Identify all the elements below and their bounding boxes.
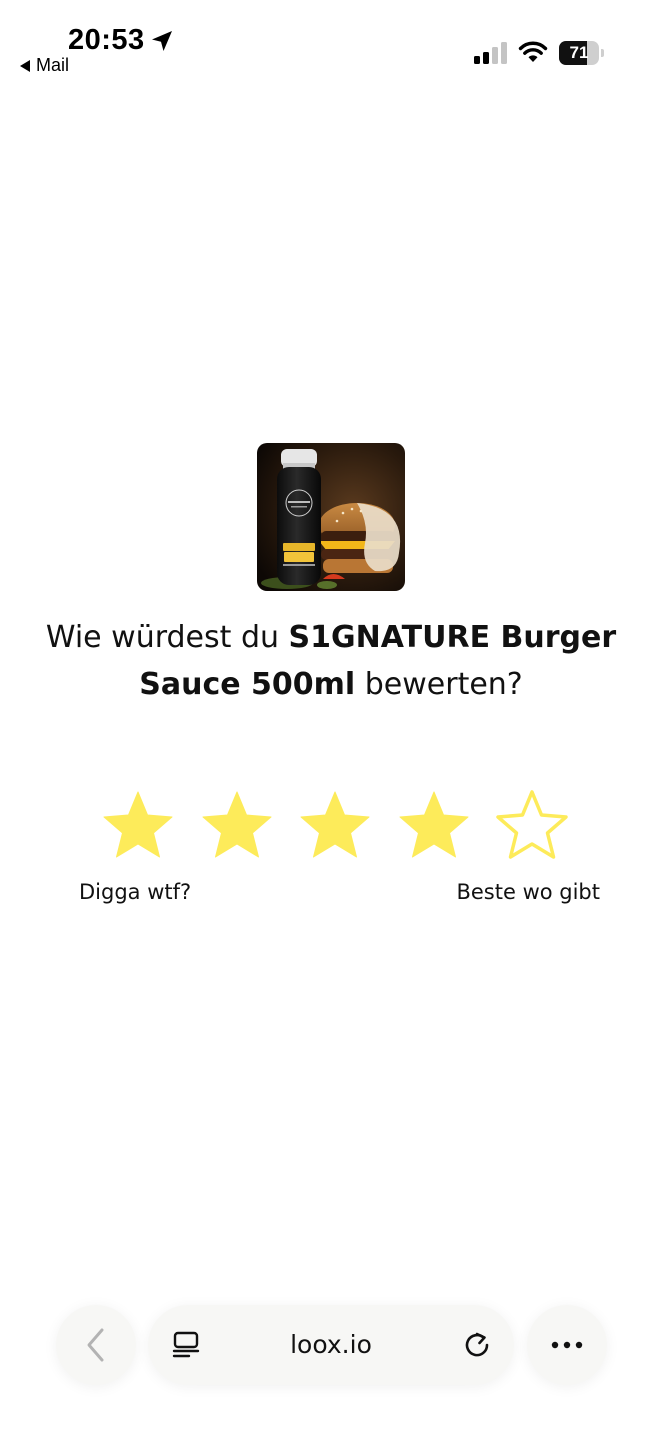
battery-level: 71 (569, 43, 589, 62)
back-chevron-icon (87, 1328, 104, 1362)
battery-icon: 71 (559, 41, 605, 65)
question-suffix: bewerten? (355, 667, 523, 702)
star-filled-icon[interactable] (396, 788, 472, 864)
location-arrow-icon (152, 31, 172, 51)
star-empty-icon[interactable] (494, 788, 570, 864)
back-to-mail-button[interactable]: Mail (20, 55, 69, 76)
rating-label-low: Digga wtf? (79, 880, 192, 904)
rating-question: Wie würdest du S1GNATURE Burger Sauce 50… (20, 614, 642, 708)
address-bar[interactable]: loox.io (148, 1305, 514, 1385)
wifi-icon (518, 41, 548, 62)
rating-label-high: Beste wo gibt (456, 880, 600, 904)
question-prefix: Wie würdest du (45, 620, 289, 655)
back-triangle-icon (20, 59, 30, 72)
reader-mode-icon[interactable] (172, 1331, 200, 1359)
more-options-button[interactable] (527, 1305, 607, 1385)
url-text: loox.io (290, 1330, 372, 1359)
star-filled-icon[interactable] (100, 788, 176, 864)
status-time: 20:53 (68, 24, 145, 56)
status-bar: 20:53 Mail 71 (0, 0, 662, 90)
star-filled-icon[interactable] (297, 788, 373, 864)
reload-icon[interactable] (463, 1331, 491, 1359)
back-app-label: Mail (36, 55, 70, 75)
battery-cap (601, 49, 604, 57)
cellular-signal-icon (474, 42, 507, 64)
star-filled-icon[interactable] (199, 788, 275, 864)
battery-body: 71 (559, 41, 599, 65)
more-dots-icon (551, 1341, 583, 1349)
browser-back-button[interactable] (56, 1305, 136, 1385)
star-rating (100, 788, 570, 864)
product-image (257, 443, 405, 591)
